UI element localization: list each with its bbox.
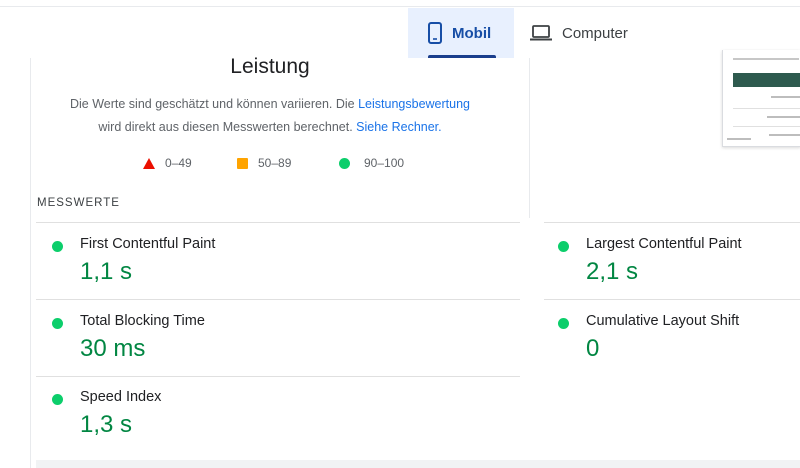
section-title: MESSWERTE <box>37 197 120 209</box>
page-title: Leistung <box>230 55 310 78</box>
metric-label: First Contentful Paint <box>80 236 216 252</box>
metric-value: 30 ms <box>80 335 146 362</box>
metric-value: 1,3 s <box>80 411 133 438</box>
page-screenshot-thumbnail[interactable] <box>722 50 800 147</box>
metric-label: Total Blocking Time <box>80 313 205 329</box>
top-divider <box>0 6 800 7</box>
tab-computer[interactable]: Computer <box>514 8 644 58</box>
pass-indicator-icon <box>52 394 63 405</box>
divider <box>36 299 520 300</box>
device-tabs: Mobil Computer <box>408 8 644 58</box>
legend-item-fail: 0–49 <box>143 156 192 170</box>
metric-label: Largest Contentful Paint <box>586 236 742 252</box>
divider <box>544 299 800 300</box>
metric-label: Cumulative Layout Shift <box>586 313 740 329</box>
tab-mobile[interactable]: Mobil <box>408 8 514 58</box>
card-border <box>529 58 530 218</box>
pass-indicator-icon <box>558 318 569 329</box>
circle-icon <box>339 157 350 169</box>
metric-label: Speed Index <box>80 389 162 405</box>
divider <box>36 222 520 223</box>
description-text: wird direkt aus diesen Messwerten berech… <box>98 120 357 134</box>
divider <box>36 376 520 377</box>
footer-toolbar <box>36 460 800 468</box>
divider <box>544 222 800 223</box>
pass-indicator-icon <box>558 241 569 252</box>
legend-range: 90–100 <box>364 156 405 170</box>
metric-value: 1,1 s <box>80 258 133 285</box>
triangle-icon <box>143 157 155 169</box>
description-text: Die Werte sind geschätzt und können vari… <box>69 97 359 111</box>
metric-value: 0 <box>586 335 600 362</box>
square-icon <box>237 157 248 169</box>
performance-description: Die Werte sind geschätzt und können vari… <box>30 93 510 139</box>
pass-indicator-icon <box>52 318 63 329</box>
smartphone-icon <box>428 22 442 44</box>
legend-item-pass: 90–100 <box>339 156 404 170</box>
legend-item-average: 50–89 <box>237 156 291 170</box>
metric-value: 2,1 s <box>586 258 639 285</box>
score-link[interactable]: Leistungsbewertung <box>358 97 470 111</box>
tab-mobile-label: Mobil <box>452 24 492 42</box>
legend-range: 50–89 <box>258 156 292 170</box>
calculator-link[interactable]: Siehe Rechner. <box>356 120 441 134</box>
pass-indicator-icon <box>52 241 63 252</box>
legend-range: 0–49 <box>165 156 192 170</box>
tab-computer-label: Computer <box>562 24 628 42</box>
laptop-icon <box>530 25 552 41</box>
